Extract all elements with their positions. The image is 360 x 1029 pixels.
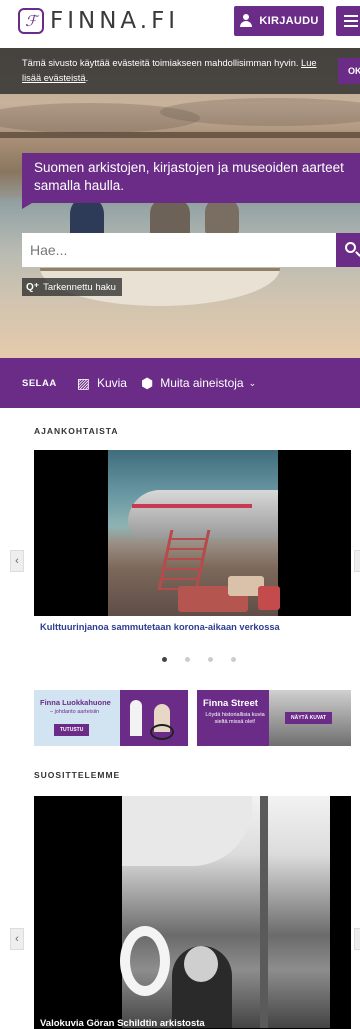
news-caption-link[interactable]: Kulttuurinjanoa sammutetaan korona-aikaa… [40, 622, 280, 632]
search-icon [345, 242, 356, 253]
browse-other-label: Muita aineistoja [160, 376, 244, 390]
cookie-notice: Tämä sivusto käyttää evästeitä toimiakse… [0, 48, 360, 94]
chevron-left-icon: ‹ [15, 933, 19, 945]
street-subtitle: Löydä historiallisia kuvia sieltä missä … [205, 712, 265, 725]
carousel-dot[interactable] [185, 657, 190, 662]
finna-logo[interactable]: ℱ FINNA.FI [18, 8, 179, 34]
image-icon: ▨ [76, 374, 90, 391]
street-button: NÄYTÄ KUVAT [285, 712, 333, 724]
login-label: KIRJAUDU [259, 15, 319, 27]
browse-label: SELAA [22, 377, 57, 389]
street-title: Finna Street [203, 698, 258, 709]
recommend-prev-button[interactable]: ‹ [10, 928, 24, 950]
logo-text: FINNA.FI [50, 8, 180, 34]
browse-images-label: Kuvia [96, 376, 127, 390]
carousel-dots [162, 657, 254, 662]
carousel-dot[interactable] [231, 657, 236, 662]
recommend-section-title: SUOSITTELEMME [34, 770, 121, 780]
carousel-prev-button[interactable]: ‹ [10, 550, 24, 572]
advanced-search-link[interactable]: Q⁺ Tarkennettu haku [22, 278, 122, 296]
cookie-text: Tämä sivusto käyttää evästeitä toimiakse… [22, 58, 317, 83]
hamburger-icon [344, 15, 358, 17]
finna-logo-icon: ℱ [18, 8, 44, 34]
news-carousel-image[interactable] [34, 450, 351, 616]
user-icon [239, 14, 253, 28]
finna-street-banner[interactable]: Finna Street Löydä historiallisia kuvia … [197, 690, 351, 746]
luokkahuone-subtitle: – johdanto aarteisiin [50, 709, 100, 715]
cookie-ok-button[interactable]: OK [338, 58, 360, 84]
carousel-next-button[interactable] [354, 550, 360, 572]
carousel-dot[interactable] [162, 657, 167, 662]
advanced-search-label: Tarkennettu haku [43, 281, 116, 293]
search-button[interactable] [336, 233, 360, 267]
browse-other-materials[interactable]: ⬢ Muita aineistoja ⌄ [141, 375, 256, 392]
finna-luokkahuone-banner[interactable]: Finna Luokkahuone – johdanto aarteisiin … [34, 690, 188, 746]
hero-image [0, 48, 360, 358]
box-icon: ⬢ [140, 374, 154, 391]
hero-tagline: Suomen arkistojen, kirjastojen ja museoi… [22, 153, 360, 209]
header: ℱ FINNA.FI KIRJAUDU [0, 0, 360, 48]
luokkahuone-title: Finna Luokkahuone [40, 698, 111, 707]
recommend-caption-link[interactable]: Valokuvia Göran Schildtin arkistosta [40, 1018, 205, 1029]
browse-images[interactable]: ▨ Kuvia [77, 375, 127, 392]
chevron-left-icon: ‹ [15, 555, 19, 567]
carousel-dot[interactable] [208, 657, 213, 662]
search-input[interactable] [22, 233, 336, 267]
menu-button[interactable] [336, 6, 360, 36]
luokkahuone-button: TUTUSTU [54, 724, 90, 736]
recommend-next-button[interactable] [354, 928, 360, 950]
news-section-title: AJANKOHTAISTA [34, 426, 119, 436]
login-button[interactable]: KIRJAUDU [234, 6, 324, 36]
search-plus-icon: Q⁺ [26, 281, 40, 293]
recommend-carousel-image[interactable] [34, 796, 351, 1029]
chevron-down-icon: ⌄ [248, 377, 257, 388]
browse-bar: SELAA ▨ Kuvia ⬢ Muita aineistoja ⌄ [0, 358, 360, 408]
